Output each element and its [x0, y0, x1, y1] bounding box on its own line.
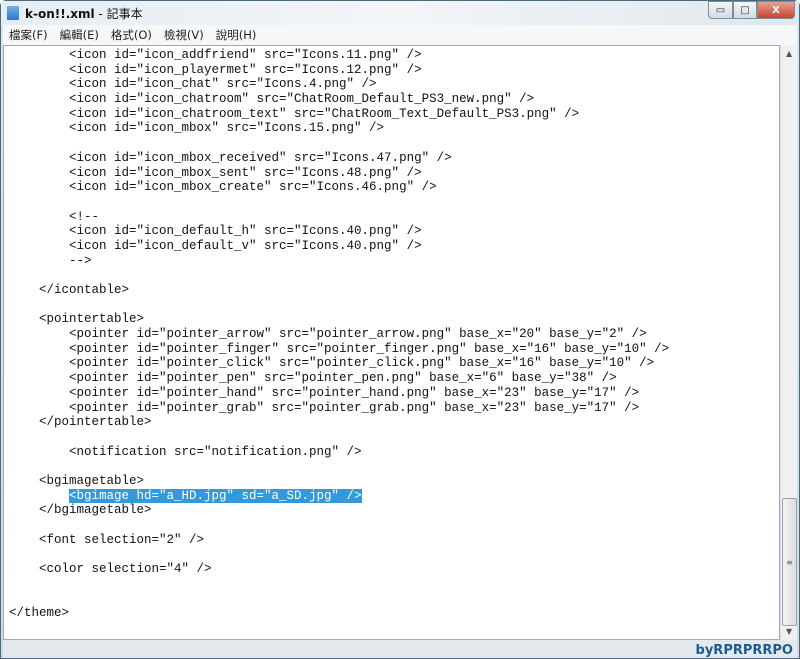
text-line[interactable]: <pointer id="pointer_hand" src="pointer_… — [9, 386, 669, 401]
text-line[interactable] — [9, 268, 669, 283]
text-line[interactable]: </theme> — [9, 606, 669, 621]
text-line[interactable]: </icontable> — [9, 283, 669, 298]
text-line[interactable]: <pointer id="pointer_grab" src="pointer_… — [9, 401, 669, 416]
notepad-window: k-on!!.xml - 記事本 ▭ □ X 檔案(F) 編輯(E) 格式(O)… — [0, 0, 800, 659]
maximize-button[interactable]: □ — [733, 1, 757, 19]
menu-edit[interactable]: 編輯(E) — [54, 27, 105, 43]
minimize-icon: ▭ — [715, 4, 726, 16]
text-line[interactable]: <icon id="icon_default_v" src="Icons.40.… — [9, 239, 669, 254]
text-line[interactable] — [9, 136, 669, 151]
file-name: k-on!!.xml — [25, 7, 95, 21]
text-line[interactable]: <pointer id="pointer_finger" src="pointe… — [9, 342, 669, 357]
title-bar[interactable]: k-on!!.xml - 記事本 ▭ □ X — [1, 1, 799, 25]
status-bar — [3, 640, 797, 658]
scrollbar-thumb[interactable]: ≡ — [782, 498, 797, 626]
scroll-up-icon[interactable]: ▲ — [786, 49, 792, 58]
text-line[interactable]: <icon id="icon_mbox_create" src="Icons.4… — [9, 180, 669, 195]
maximize-icon: □ — [740, 4, 750, 16]
close-button[interactable]: X — [757, 1, 795, 19]
text-line[interactable] — [9, 195, 669, 210]
text-line[interactable] — [9, 591, 669, 606]
text-line[interactable]: <pointer id="pointer_pen" src="pointer_p… — [9, 371, 669, 386]
menu-file[interactable]: 檔案(F) — [3, 27, 54, 43]
menu-format[interactable]: 格式(O) — [105, 27, 158, 43]
text-editor[interactable]: <icon id="icon_addfriend" src="Icons.11.… — [3, 45, 780, 640]
menu-view[interactable]: 檢視(V) — [158, 27, 210, 43]
text-line[interactable]: <bgimage hd="a_HD.jpg" sd="a_SD.jpg" /> — [9, 488, 669, 504]
vertical-scrollbar[interactable]: ▲ ≡ ▼ — [780, 45, 797, 640]
text-line[interactable]: <icon id="icon_chatroom" src="ChatRoom_D… — [9, 92, 669, 107]
app-name: - 記事本 — [94, 7, 143, 21]
selected-text[interactable]: <bgimage hd="a_HD.jpg" sd="a_SD.jpg" /> — [69, 488, 362, 503]
text-line[interactable]: <icon id="icon_chat" src="Icons.4.png" /… — [9, 77, 669, 92]
text-line[interactable]: <icon id="icon_mbox_received" src="Icons… — [9, 151, 669, 166]
text-line[interactable]: </bgimagetable> — [9, 503, 669, 518]
text-line[interactable]: <color selection="4" /> — [9, 562, 669, 577]
text-line[interactable] — [9, 298, 669, 313]
menu-bar: 檔案(F) 編輯(E) 格式(O) 檢視(V) 說明(H) — [3, 25, 797, 45]
minimize-button[interactable]: ▭ — [708, 1, 733, 19]
text-line[interactable] — [9, 430, 669, 445]
text-line[interactable]: --> — [9, 254, 669, 269]
text-line[interactable]: <icon id="icon_mbox_sent" src="Icons.48.… — [9, 166, 669, 181]
grip-icon: ≡ — [786, 557, 793, 567]
text-line[interactable]: <icon id="icon_default_h" src="Icons.40.… — [9, 224, 669, 239]
close-icon: X — [772, 4, 780, 16]
text-line[interactable]: <icon id="icon_addfriend" src="Icons.11.… — [9, 48, 669, 63]
text-line[interactable]: <icon id="icon_chatroom_text" src="ChatR… — [9, 107, 669, 122]
text-line[interactable]: <pointer id="pointer_click" src="pointer… — [9, 356, 669, 371]
text-line[interactable] — [9, 518, 669, 533]
text-line[interactable]: <pointer id="pointer_arrow" src="pointer… — [9, 327, 669, 342]
text-line[interactable]: </pointertable> — [9, 415, 669, 430]
text-line[interactable] — [9, 459, 669, 474]
watermark: byRPRPRRPO — [695, 643, 793, 658]
text-line[interactable]: <icon id="icon_playermet" src="Icons.12.… — [9, 63, 669, 78]
text-line[interactable] — [9, 547, 669, 562]
window-title: k-on!!.xml - 記事本 — [25, 5, 143, 22]
text-line[interactable]: <pointertable> — [9, 312, 669, 327]
text-line[interactable]: <icon id="icon_mbox" src="Icons.15.png" … — [9, 121, 669, 136]
text-content[interactable]: <icon id="icon_addfriend" src="Icons.11.… — [9, 48, 669, 621]
text-line[interactable]: <notification src="notification.png" /> — [9, 445, 669, 460]
menu-help[interactable]: 說明(H) — [210, 27, 263, 43]
text-line[interactable]: <!-- — [9, 210, 669, 225]
scroll-down-icon[interactable]: ▼ — [786, 627, 792, 636]
text-line[interactable]: <bgimagetable> — [9, 474, 669, 489]
text-line[interactable]: <font selection="2" /> — [9, 533, 669, 548]
notepad-icon — [7, 6, 19, 20]
text-line[interactable] — [9, 577, 669, 592]
